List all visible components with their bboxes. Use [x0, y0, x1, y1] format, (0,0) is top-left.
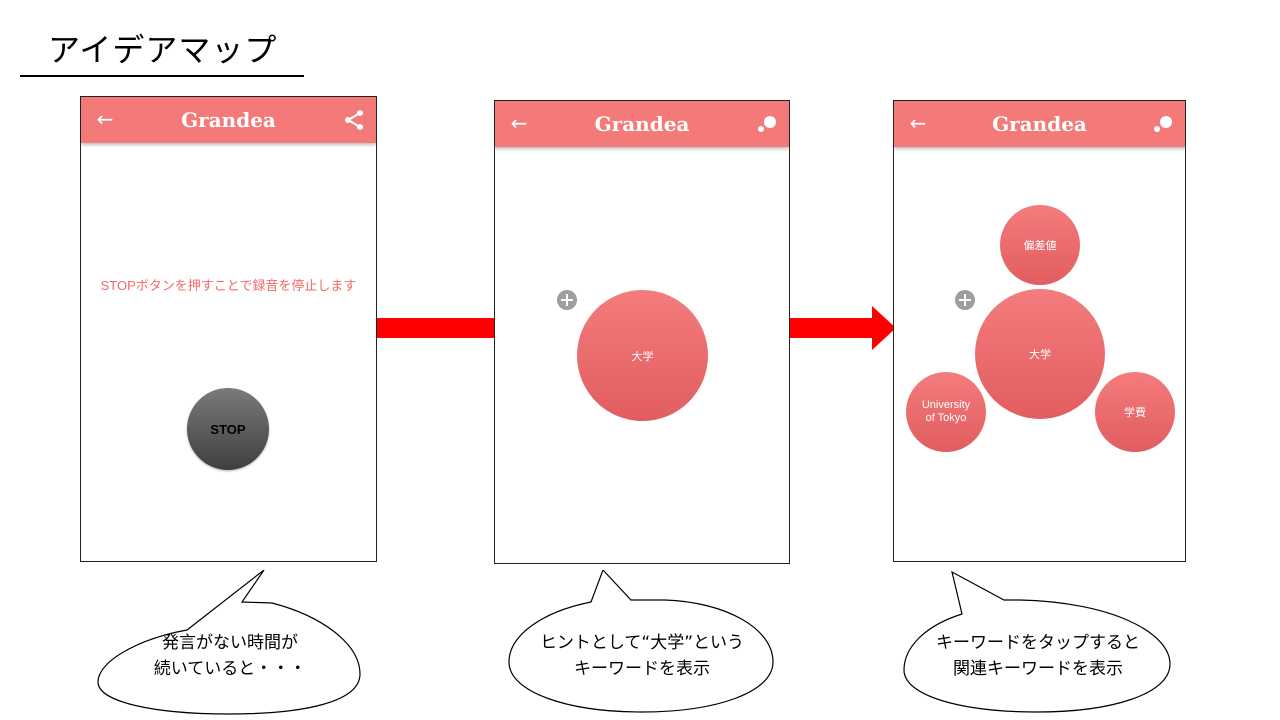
stop-button[interactable]: STOP: [187, 388, 269, 470]
phone-screen-related: ← Grandea 偏差値 大学 University of Tokyo 学費: [893, 100, 1186, 562]
callout-line: ヒントとして“大学”という: [539, 633, 745, 653]
keyword-node-center[interactable]: 大学: [577, 290, 708, 421]
callout-line: キーワードを表示: [574, 659, 710, 679]
bubbles-icon[interactable]: [755, 112, 779, 136]
add-keyword-icon[interactable]: [955, 290, 975, 310]
app-title: Grandea: [181, 108, 276, 132]
share-icon[interactable]: [342, 108, 366, 132]
keyword-node-center[interactable]: 大学: [975, 289, 1105, 419]
keyword-node-related[interactable]: 学費: [1095, 372, 1175, 452]
add-keyword-icon[interactable]: [557, 290, 577, 310]
callout-line: キーワードをタップすると: [936, 633, 1140, 653]
app-bar: ← Grandea: [81, 97, 376, 143]
bubbles-icon[interactable]: [1151, 112, 1175, 136]
callout-line: 続いていると・・・: [153, 659, 307, 679]
phone-screen-hint: ← Grandea 大学: [494, 100, 790, 564]
app-title: Grandea: [992, 112, 1087, 136]
callout-text-1: 発言がない時間が 続いていると・・・: [110, 630, 350, 682]
page-title: アイデアマップ: [48, 31, 278, 69]
keyword-node-related[interactable]: 偏差値: [1000, 205, 1080, 285]
recording-status-message: STOPボタンを押すことで録音を停止します: [100, 278, 357, 293]
callout-text-2: ヒントとして“大学”という キーワードを表示: [520, 630, 764, 682]
callout-line: 関連キーワードを表示: [953, 659, 1123, 679]
title-underline: [20, 75, 304, 77]
flow-arrow-1: [377, 318, 495, 338]
app-bar: ← Grandea: [495, 101, 789, 147]
app-bar: ← Grandea: [894, 101, 1185, 147]
phone-screen-recording: ← Grandea STOPボタンを押すことで録音を停止します STOP: [80, 96, 377, 562]
keyword-node-related[interactable]: University of Tokyo: [906, 372, 986, 452]
callout-line: 発言がない時間が: [162, 633, 298, 653]
flow-arrow-2: [790, 306, 896, 350]
app-title: Grandea: [594, 112, 690, 136]
callout-text-3: キーワードをタップすると 関連キーワードを表示: [916, 630, 1160, 682]
